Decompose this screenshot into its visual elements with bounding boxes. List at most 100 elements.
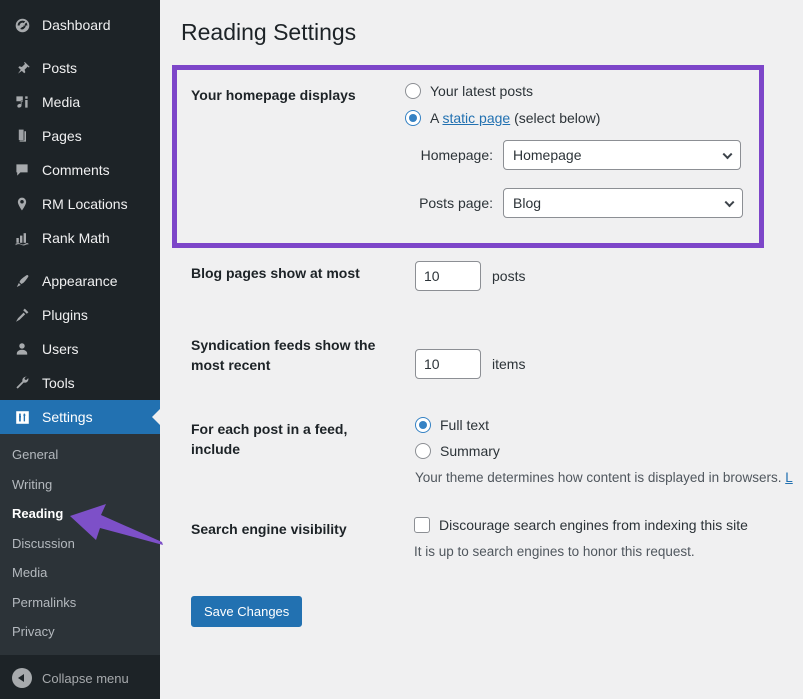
feed-content-help: Your theme determines how content is dis…: [415, 470, 803, 485]
active-menu-pointer: [152, 409, 160, 425]
homepage-select-value: Homepage: [513, 147, 582, 163]
blog-pages-row: Blog pages show at most posts: [181, 261, 803, 291]
chevron-down-icon: [723, 149, 733, 159]
posts-page-select[interactable]: Blog: [503, 188, 743, 218]
plug-icon: [12, 305, 32, 325]
feed-help-text: Your theme determines how content is dis…: [415, 470, 781, 485]
homepage-select-row: Homepage: Homepage: [405, 140, 803, 170]
blog-pages-input[interactable]: [415, 261, 481, 291]
comment-icon: [12, 160, 32, 180]
search-visibility-field: Discourage search engines from indexing …: [414, 517, 803, 559]
option-latest-posts-label[interactable]: Your latest posts: [430, 83, 533, 99]
radio-static-page[interactable]: [405, 110, 421, 126]
blog-pages-label: Blog pages show at most: [191, 261, 405, 283]
sidebar-item-label: Tools: [42, 376, 75, 390]
sidebar-item-label: Posts: [42, 61, 77, 75]
homepage-select[interactable]: Homepage: [503, 140, 741, 170]
option-static-page[interactable]: A static page (select below): [405, 110, 803, 126]
chevron-down-icon: [725, 197, 735, 207]
sidebar-divider: [0, 255, 160, 264]
option-summary-label[interactable]: Summary: [440, 443, 500, 459]
submenu-item-privacy[interactable]: Privacy: [0, 617, 160, 647]
option-latest-posts[interactable]: Your latest posts: [405, 83, 803, 99]
sidebar-item-plugins[interactable]: Plugins: [0, 298, 160, 332]
sidebar-item-label: Media: [42, 95, 80, 109]
syndication-feeds-field: items: [415, 333, 803, 379]
brush-icon: [12, 271, 32, 291]
sidebar-item-label: Comments: [42, 163, 110, 177]
sidebar-item-posts[interactable]: Posts: [0, 51, 160, 85]
static-prefix: A: [430, 110, 442, 126]
submenu-item-reading[interactable]: Reading: [0, 499, 160, 529]
search-visibility-label: Search engine visibility: [191, 517, 405, 539]
discourage-search-engines-option[interactable]: Discourage search engines from indexing …: [414, 517, 803, 533]
feed-content-field: Full text Summary Your theme determines …: [415, 417, 803, 485]
option-summary[interactable]: Summary: [415, 443, 803, 459]
search-visibility-row: Search engine visibility Discourage sear…: [181, 517, 803, 559]
submenu-item-discussion[interactable]: Discussion: [0, 529, 160, 559]
submenu-item-general[interactable]: General: [0, 440, 160, 470]
syndication-feeds-unit: items: [492, 356, 525, 372]
posts-page-select-value: Blog: [513, 195, 541, 211]
wrench-icon: [12, 373, 32, 393]
sidebar-item-media[interactable]: Media: [0, 85, 160, 119]
posts-page-select-row: Posts page: Blog: [405, 188, 803, 218]
bar-chart-icon: [12, 228, 32, 248]
submenu-item-writing[interactable]: Writing: [0, 470, 160, 500]
collapse-menu-button[interactable]: Collapse menu: [0, 657, 160, 699]
sidebar-divider: [0, 42, 160, 51]
sidebar-item-label: Dashboard: [42, 18, 111, 32]
sidebar-item-comments[interactable]: Comments: [0, 153, 160, 187]
sidebar-item-label: RM Locations: [42, 197, 128, 211]
radio-summary[interactable]: [415, 443, 431, 459]
sidebar-item-label: Settings: [42, 410, 93, 424]
sidebar-item-label: Users: [42, 342, 79, 356]
admin-sidebar: Dashboard Posts Media: [0, 0, 160, 699]
submit-area: Save Changes: [181, 596, 803, 628]
posts-page-select-label: Posts page:: [405, 195, 493, 211]
media-icon: [12, 92, 32, 112]
sidebar-item-dashboard[interactable]: Dashboard: [0, 8, 160, 42]
option-full-text[interactable]: Full text: [415, 417, 803, 433]
discourage-search-engines-label[interactable]: Discourage search engines from indexing …: [439, 517, 748, 533]
settings-icon: [12, 407, 32, 427]
main-content: Reading Settings Your homepage displays …: [160, 0, 803, 699]
radio-full-text[interactable]: [415, 417, 431, 433]
search-visibility-help: It is up to search engines to honor this…: [414, 544, 803, 559]
chevron-left-icon: [12, 668, 32, 688]
map-pin-icon: [12, 194, 32, 214]
sidebar-item-settings[interactable]: Settings: [0, 400, 160, 434]
static-suffix: (select below): [510, 110, 600, 126]
option-static-page-label[interactable]: A static page (select below): [430, 110, 600, 126]
sidebar-item-tools[interactable]: Tools: [0, 366, 160, 400]
submenu-item-media[interactable]: Media: [0, 558, 160, 588]
sidebar-item-label: Rank Math: [42, 231, 110, 245]
syndication-feeds-row: Syndication feeds show the most recent i…: [181, 333, 803, 379]
wordpress-admin-screen: Dashboard Posts Media: [0, 0, 803, 699]
homepage-displays-section: Your homepage displays Your latest posts…: [181, 70, 803, 218]
homepage-select-label: Homepage:: [405, 147, 493, 163]
discourage-search-engines-checkbox[interactable]: [414, 517, 430, 533]
radio-latest-posts[interactable]: [405, 83, 421, 99]
static-page-link[interactable]: static page: [442, 110, 510, 126]
sidebar-item-label: Plugins: [42, 308, 88, 322]
sidebar-item-label: Appearance: [42, 274, 118, 288]
feed-help-link[interactable]: L: [785, 470, 793, 485]
pages-icon: [12, 126, 32, 146]
sidebar-item-appearance[interactable]: Appearance: [0, 264, 160, 298]
sidebar-item-label: Pages: [42, 129, 82, 143]
save-changes-button[interactable]: Save Changes: [191, 596, 302, 628]
collapse-menu-label: Collapse menu: [42, 671, 129, 686]
blog-pages-field: posts: [415, 261, 803, 291]
sidebar-item-rm-locations[interactable]: RM Locations: [0, 187, 160, 221]
syndication-feeds-input[interactable]: [415, 349, 481, 379]
sidebar-item-pages[interactable]: Pages: [0, 119, 160, 153]
sidebar-item-rank-math[interactable]: Rank Math: [0, 221, 160, 255]
page-title: Reading Settings: [181, 18, 803, 48]
dashboard-icon: [12, 15, 32, 35]
feed-content-row: For each post in a feed, include Full te…: [181, 417, 803, 485]
sidebar-item-users[interactable]: Users: [0, 332, 160, 366]
blog-pages-unit: posts: [492, 268, 525, 284]
submenu-item-permalinks[interactable]: Permalinks: [0, 588, 160, 618]
option-full-text-label[interactable]: Full text: [440, 417, 489, 433]
